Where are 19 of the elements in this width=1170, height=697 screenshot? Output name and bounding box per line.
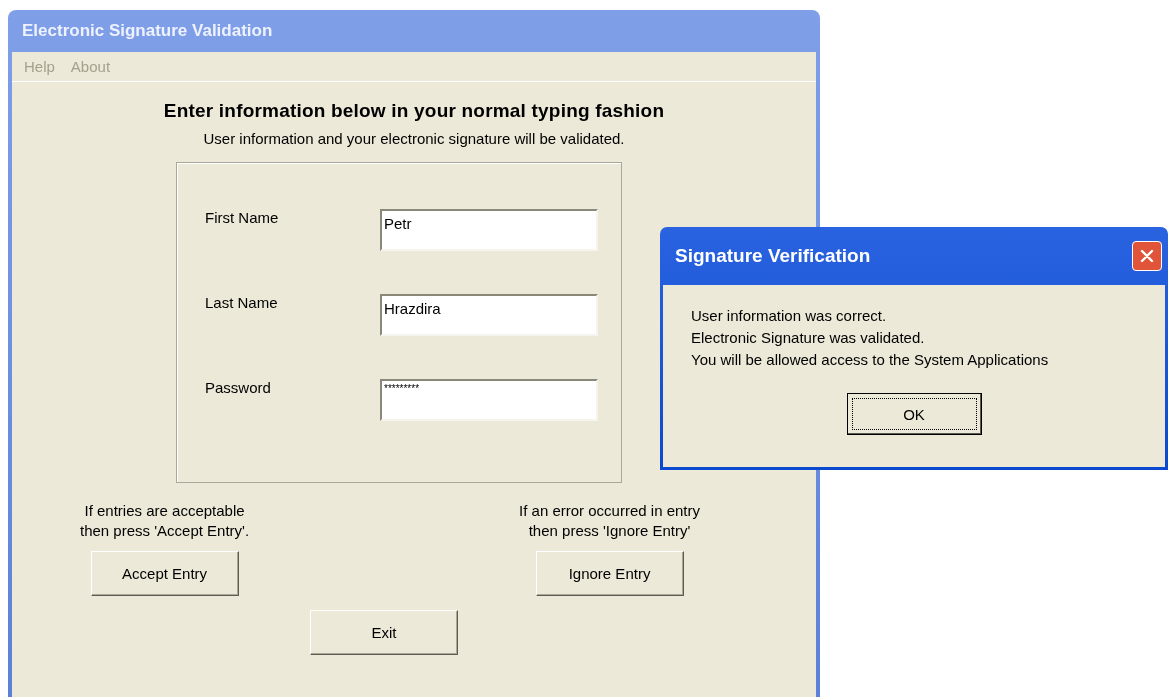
dialog-title: Signature Verification [675, 245, 871, 267]
password-field[interactable]: ********* [380, 379, 598, 421]
ok-button[interactable]: OK [846, 393, 982, 435]
heading: Enter information below in your normal typing fashion [163, 100, 665, 122]
field-label: First Name [205, 209, 280, 226]
accept-hint: If entries are acceptable then press 'Accept Entry'. [80, 501, 250, 541]
input-field[interactable]: Hrazdira [380, 294, 598, 336]
accept-entry-button[interactable]: Accept Entry [90, 551, 239, 596]
subheading: User information and your electronic signature will be validated. [203, 130, 625, 147]
field-label: Last Name [205, 294, 279, 311]
ignore-hint: If an error occurred in entry then press 'Ignore Entry' [519, 501, 700, 541]
close-button[interactable] [1132, 241, 1162, 271]
ignore-entry-button[interactable]: Ignore Entry [535, 551, 684, 596]
field-label: Password [205, 379, 272, 396]
close-icon [1140, 249, 1154, 263]
window-title: Electronic Signature Validation [22, 21, 273, 41]
dialog-message: User information was correct. Electronic Signature was validated. You will be allowed access to the System Applications [691, 306, 1050, 370]
exit-button[interactable]: Exit [310, 610, 458, 655]
input-field[interactable]: Petr [380, 209, 598, 251]
